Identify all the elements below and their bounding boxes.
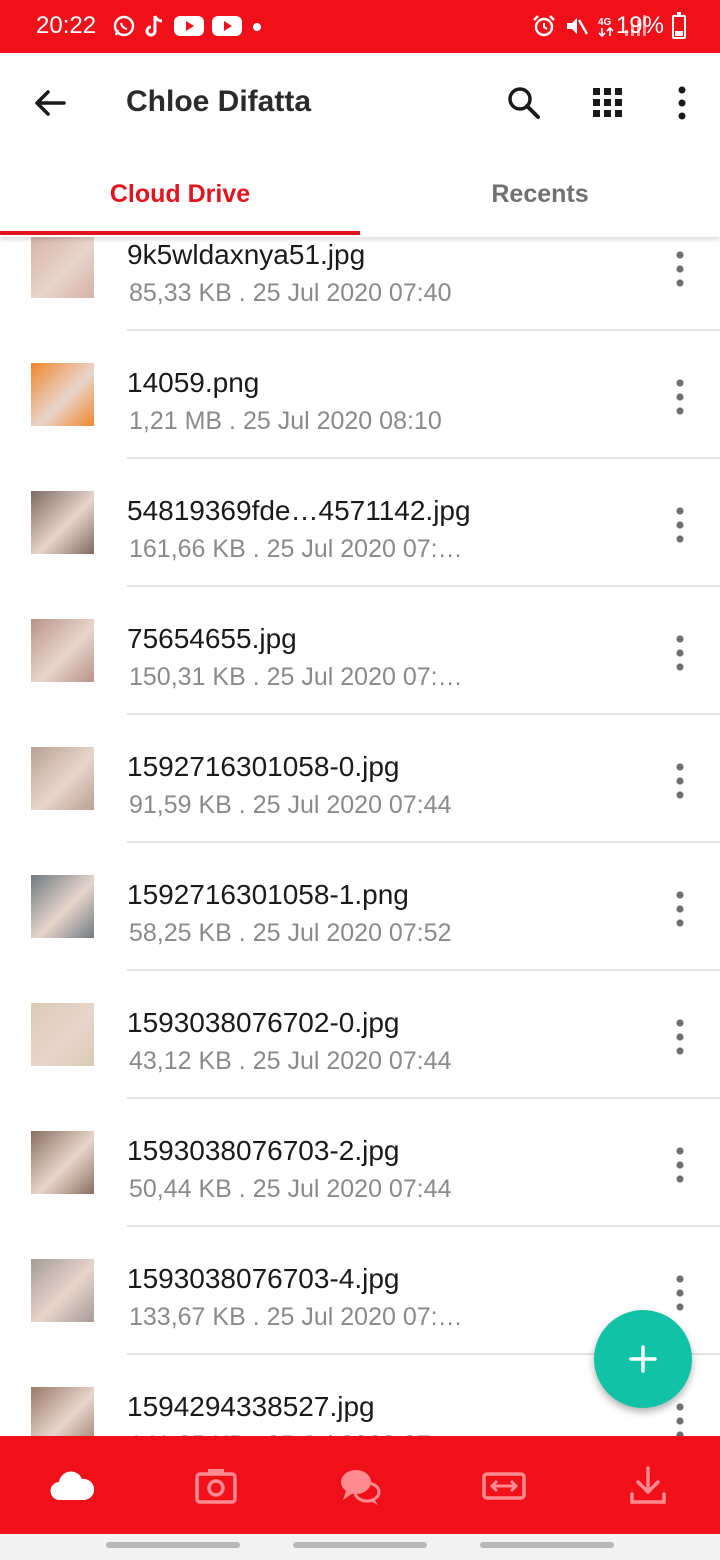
file-thumbnail (31, 747, 94, 810)
alarm-icon (533, 15, 555, 37)
youtube-icon (212, 16, 242, 36)
file-meta: 91,59 KB . 25 Jul 2020 07:44 (129, 791, 452, 819)
battery-level: 19% (615, 12, 664, 39)
whatsapp-icon (113, 15, 135, 37)
file-meta: 150,31 KB . 25 Jul 2020 07:… (129, 663, 463, 691)
tab-recents[interactable]: Recents (360, 157, 720, 237)
status-time: 20:22 (36, 12, 97, 39)
dot-icon (253, 23, 261, 31)
tab-cloud-drive[interactable]: Cloud Drive (0, 157, 360, 237)
file-name: 75654655.jpg (127, 623, 297, 654)
file-row[interactable]: 1592716301058-0.jpg 91,59 KB . 25 Jul 202… (0, 715, 720, 843)
file-thumbnail (31, 1387, 94, 1436)
more-options-icon[interactable] (660, 81, 704, 125)
file-row[interactable]: 54819369fde…4571142.jpg 161,66 KB . 25 Ju… (0, 459, 720, 587)
file-list: 9k5wldaxnya51.jpg 85,33 KB . 25 Jul 2020 … (0, 237, 720, 1436)
notification-icons (112, 14, 264, 38)
file-meta: 43,12 KB . 25 Jul 2020 07:44 (129, 1047, 452, 1075)
file-name: 14059.png (127, 367, 260, 398)
file-row[interactable]: 9k5wldaxnya51.jpg 85,33 KB . 25 Jul 2020 … (0, 237, 720, 331)
file-row[interactable]: 1592716301058-1.png 58,25 KB . 25 Jul 202… (0, 843, 720, 971)
file-thumbnail (31, 491, 94, 554)
file-options-icon[interactable] (664, 629, 696, 677)
mute-icon (567, 18, 588, 35)
file-thumbnail (31, 1003, 94, 1066)
file-options-icon[interactable] (664, 1013, 696, 1061)
file-options-icon[interactable] (664, 501, 696, 549)
bottom-navigation (0, 1436, 720, 1534)
file-name: 1593038076702-0.jpg (127, 1007, 400, 1038)
page-title: Chloe Difatta (126, 85, 312, 118)
back-arrow-icon[interactable] (28, 81, 72, 125)
file-row[interactable]: 75654655.jpg 150,31 KB . 25 Jul 2020 07:… (0, 587, 720, 715)
file-options-icon[interactable] (664, 885, 696, 933)
file-name: 9k5wldaxnya51.jpg (127, 239, 366, 270)
file-thumbnail (31, 875, 94, 938)
file-options-icon[interactable] (664, 245, 696, 293)
file-thumbnail (31, 1259, 94, 1322)
svg-text:4G: 4G (598, 17, 612, 28)
file-meta: 1,21 MB . 25 Jul 2020 08:10 (129, 407, 442, 435)
camera-icon[interactable] (192, 1462, 240, 1510)
app-bar: Chloe Difatta (0, 53, 720, 157)
cloud-icon[interactable] (48, 1462, 96, 1510)
grid-view-icon[interactable] (586, 81, 630, 125)
add-fab-button[interactable] (594, 1310, 692, 1408)
file-meta: 58,25 KB . 25 Jul 2020 07:52 (129, 919, 452, 947)
file-row[interactable]: 1593038076702-0.jpg 43,12 KB . 25 Jul 202… (0, 971, 720, 1099)
file-meta: 133,67 KB . 25 Jul 2020 07:… (129, 1303, 463, 1331)
tab-bar: Cloud Drive Recents (0, 157, 720, 237)
file-name: 1592716301058-1.png (127, 879, 409, 910)
file-name: 1593038076703-2.jpg (127, 1135, 400, 1166)
file-name: 1593038076703-4.jpg (127, 1263, 400, 1294)
file-name: 1592716301058-0.jpg (127, 751, 400, 782)
back-gesture[interactable] (480, 1542, 614, 1548)
file-options-icon[interactable] (664, 373, 696, 421)
file-meta: 50,44 KB . 25 Jul 2020 07:44 (129, 1175, 452, 1203)
file-options-icon[interactable] (664, 1397, 696, 1436)
file-row[interactable]: 1593038076703-2.jpg 50,44 KB . 25 Jul 202… (0, 1099, 720, 1227)
recent-apps-gesture[interactable] (106, 1542, 240, 1548)
transfer-icon[interactable] (480, 1462, 528, 1510)
tab-indicator (0, 231, 360, 235)
tiktok-icon (145, 15, 163, 37)
battery-icon (672, 12, 686, 39)
search-icon[interactable] (502, 81, 546, 125)
4g-icon: 4G (598, 17, 614, 38)
file-name: 1594294338527.jpg (127, 1391, 375, 1422)
youtube-icon (174, 16, 204, 36)
status-bar: 20:22 4G 19% (0, 0, 720, 53)
plus-icon (629, 1345, 657, 1373)
file-options-icon[interactable] (664, 1269, 696, 1317)
file-meta: 85,33 KB . 25 Jul 2020 07:40 (129, 279, 452, 307)
file-thumbnail (31, 237, 94, 298)
file-options-icon[interactable] (664, 757, 696, 805)
file-meta: 161,66 KB . 25 Jul 2020 07:… (129, 535, 463, 563)
file-name: 54819369fde…4571142.jpg (127, 495, 471, 526)
file-thumbnail (31, 363, 94, 426)
system-navigation-bar (0, 1534, 720, 1560)
file-options-icon[interactable] (664, 1141, 696, 1189)
file-thumbnail (31, 1131, 94, 1194)
chat-icon[interactable] (336, 1462, 384, 1510)
file-row[interactable]: 14059.png 1,21 MB . 25 Jul 2020 08:10 (0, 331, 720, 459)
download-icon[interactable] (624, 1462, 672, 1510)
home-gesture[interactable] (293, 1542, 427, 1548)
file-thumbnail (31, 619, 94, 682)
